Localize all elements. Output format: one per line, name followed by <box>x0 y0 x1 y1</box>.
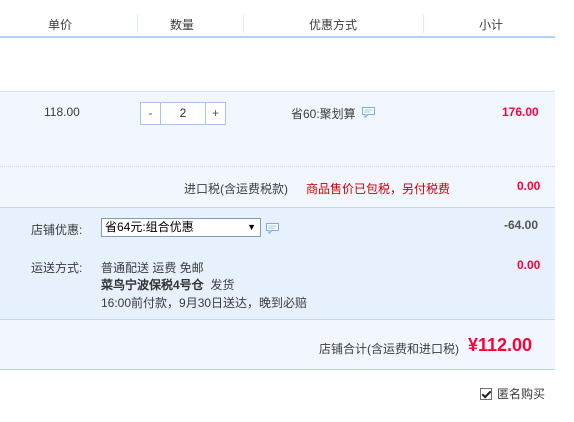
header-separator <box>243 15 244 33</box>
shop-discount-label: 店铺优惠: <box>31 223 83 237</box>
shipping-warehouse: 菜鸟宁波保税4号仓 <box>101 278 204 292</box>
item-promotion: 省60:聚划算 <box>291 107 356 121</box>
item-unit-price: 118.00 <box>44 105 80 119</box>
item-subtotal: 176.00 <box>502 105 539 119</box>
header-subtotal: 小计 <box>479 18 504 32</box>
shop-total-label: 店铺合计(含运费和进口税) <box>319 342 459 356</box>
chat-bubble-icon[interactable] <box>362 105 375 119</box>
import-tax-value: 0.00 <box>517 179 541 193</box>
shop-discount-select[interactable]: 省64元:组合优惠 ▼ <box>101 218 261 237</box>
dropdown-arrow-icon: ▼ <box>247 222 256 232</box>
header-promotion: 优惠方式 <box>309 18 358 32</box>
shipping-warehouse-line: 菜鸟宁波保税4号仓 发货 <box>101 276 234 293</box>
table-header: 单价 数量 优惠方式 小计 <box>0 0 555 38</box>
quantity-input[interactable] <box>161 103 205 124</box>
increase-quantity-button[interactable]: + <box>205 103 225 124</box>
shipping-delivery-promise: 16:00前付款，9月30日送达，晚到必赔 <box>101 296 308 310</box>
anonymous-purchase-checkbox[interactable] <box>480 387 492 400</box>
shop-discount-value: -64.00 <box>504 218 539 232</box>
header-separator <box>423 15 424 33</box>
cart-item-row: 118.00 - + 省60:聚划算 176.00 <box>0 91 555 166</box>
header-unit-price: 单价 <box>48 18 73 32</box>
header-separator <box>137 15 138 33</box>
shop-total-row: 店铺合计(含运费和进口税) ¥112.00 <box>0 319 555 370</box>
anonymous-purchase-label: 匿名购买 <box>497 387 546 401</box>
shipping-dispatch: 发货 <box>210 278 235 292</box>
anonymous-purchase[interactable]: 匿名购买 <box>480 385 545 402</box>
quantity-stepper: - + <box>140 102 226 125</box>
shipping-value: 0.00 <box>517 258 541 272</box>
shop-options-block: 店铺优惠: 省64元:组合优惠 ▼ -64.00 运送方式: 普通配送 运费 免… <box>0 207 555 319</box>
decrease-quantity-button[interactable]: - <box>141 103 161 124</box>
chat-bubble-icon[interactable] <box>266 221 279 235</box>
import-tax-row: 进口税(含运费税款) 商品售价已包税，另付税费 0.00 <box>0 166 555 207</box>
shipping-method: 普通配送 运费 免邮 <box>101 261 204 275</box>
header-quantity: 数量 <box>170 18 195 32</box>
shop-total-value: ¥112.00 <box>468 335 533 355</box>
shipping-label: 运送方式: <box>31 261 83 275</box>
import-tax-label: 进口税(含运费税款) <box>184 182 288 196</box>
import-tax-note: 商品售价已包税，另付税费 <box>306 182 451 196</box>
shop-discount-selected: 省64元:组合优惠 <box>105 220 194 234</box>
